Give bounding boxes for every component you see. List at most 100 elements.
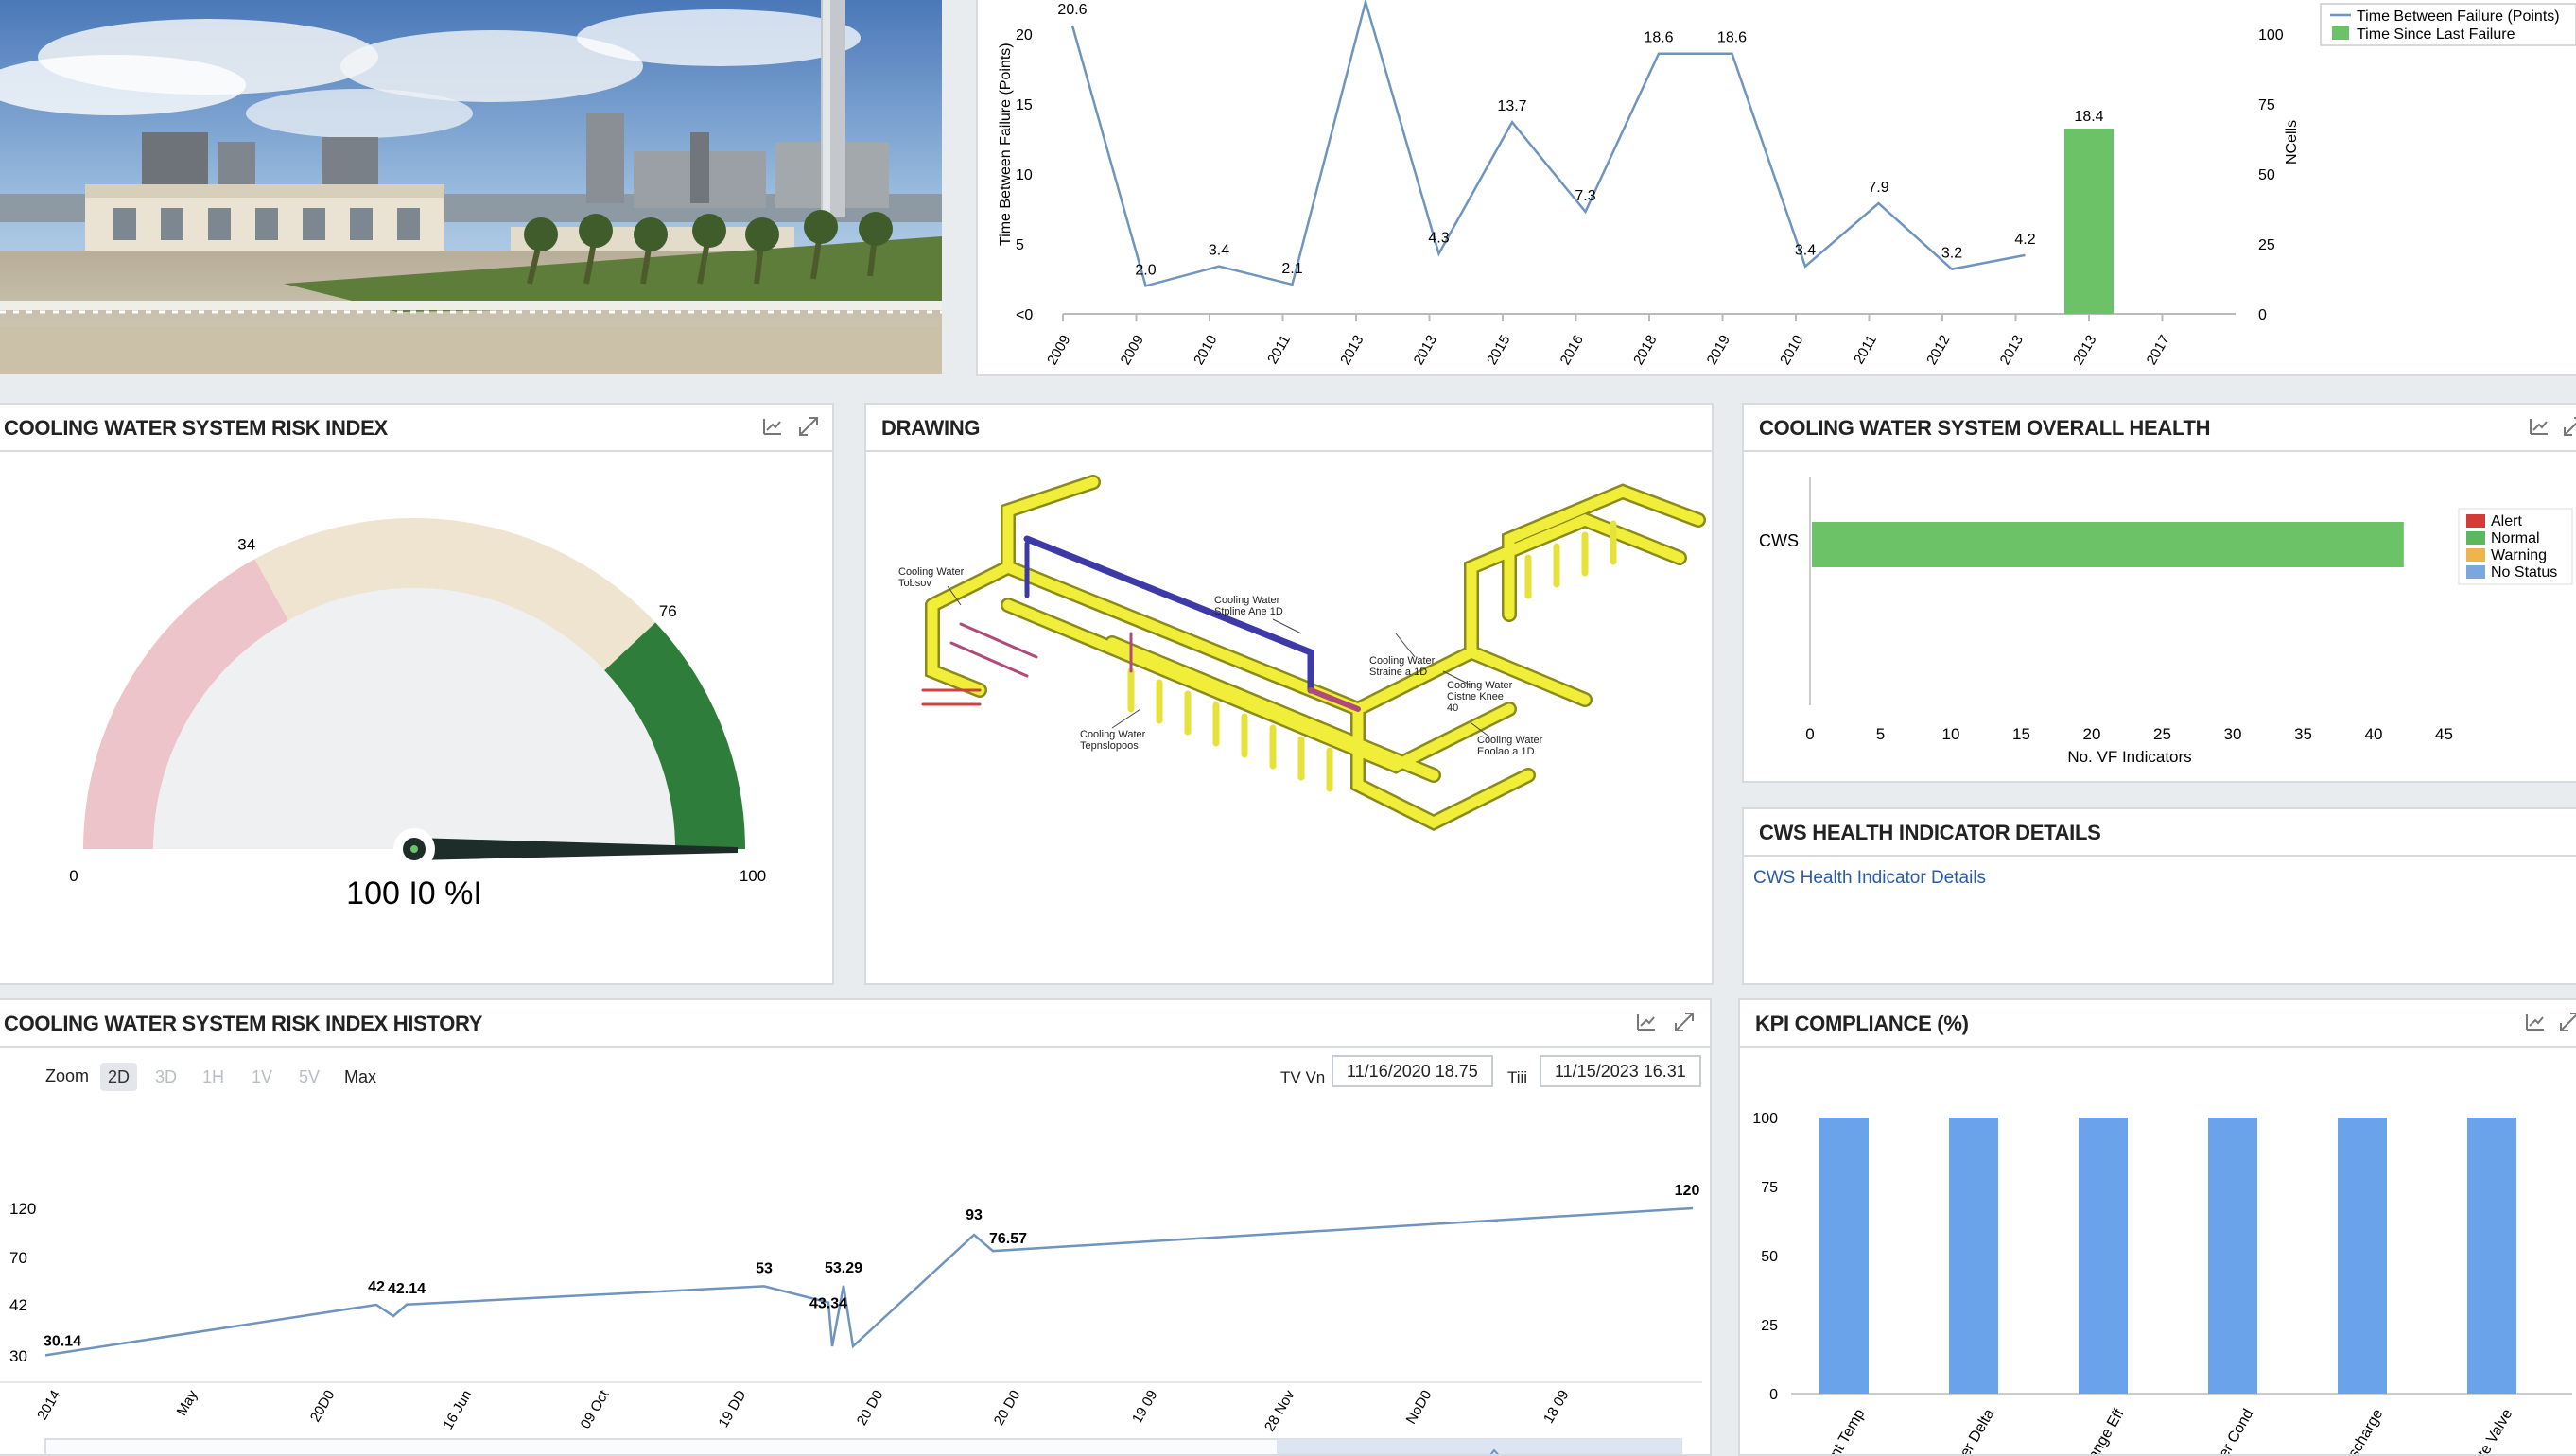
y-tick-label: 75	[1761, 1180, 1778, 1196]
x-tick-label: 2016	[1558, 333, 1587, 368]
point-value-label: 93	[966, 1207, 983, 1223]
x-tick-label: 45	[2435, 725, 2453, 743]
x-tick-label: May	[174, 1387, 201, 1418]
point-value-label: 18.6	[1644, 30, 1673, 46]
failure-chart-panel: 2015105<01007550250Time Between Failure …	[976, 0, 2576, 376]
y-tick-label: 100	[1752, 1111, 1778, 1127]
failure-bar	[2064, 129, 2114, 314]
x-tick-label: 2013	[2070, 333, 2099, 368]
point-value-label: 2.1	[1281, 261, 1302, 277]
x-tick-label: 2010	[1777, 333, 1806, 368]
zoom-1h-button[interactable]: 1H	[195, 1063, 232, 1091]
x-tick-label: 20	[2083, 725, 2101, 743]
cws-details-link[interactable]: CWS Health Indicator Details	[1753, 868, 1986, 889]
expand-icon[interactable]	[1672, 1010, 1697, 1034]
point-value-label: 3.2	[1941, 246, 1962, 262]
zoom-3d-button[interactable]: 3D	[148, 1063, 184, 1091]
kpi-bar	[1819, 1118, 1869, 1394]
zoom-1v-button[interactable]: 1V	[244, 1063, 280, 1091]
trend-icon[interactable]	[1634, 1010, 1659, 1034]
point-value-label: 20.6	[1057, 2, 1087, 18]
x-tick-label: Exchange Eff	[2068, 1406, 2127, 1456]
risk-history-panel: COOLING WATER SYSTEM RISK INDEX HISTORY …	[0, 998, 1712, 1456]
y-tick-label: 15	[1016, 97, 1033, 113]
zoom-5v-button[interactable]: 5V	[291, 1063, 327, 1091]
x-tick-label: 25	[2153, 725, 2171, 743]
kpi-bar	[2208, 1118, 2257, 1394]
point-value-label: 7.3	[1575, 188, 1595, 204]
category-label: CWS	[1759, 531, 1799, 550]
y-tick-label: 10	[1016, 167, 1033, 183]
y-tick-label: <0	[1016, 307, 1033, 323]
gauge-scale-label: 100	[740, 867, 766, 885]
expand-icon[interactable]	[796, 414, 821, 439]
x-tick-label: 2019	[1704, 333, 1733, 368]
kpi-chart: 1007550250Effluent TempStrainer DeltaExc…	[1740, 1049, 2576, 1456]
legend-item: Normal	[2491, 530, 2540, 546]
expand-icon[interactable]	[2557, 1010, 2576, 1034]
trend-icon[interactable]	[760, 414, 785, 439]
y-tick-label: 70	[9, 1249, 27, 1267]
plant-photo-panel	[0, 0, 942, 374]
x-tick-label: 2017	[2144, 333, 2173, 368]
point-value-label: 3.4	[1795, 243, 1816, 259]
y-right-tick-label: 100	[2258, 27, 2284, 43]
kpi-bar	[1949, 1118, 1998, 1394]
risk-history-title: COOLING WATER SYSTEM RISK INDEX HISTORY	[4, 1012, 482, 1036]
y-tick-label: 30	[9, 1347, 27, 1365]
kpi-bar	[2338, 1118, 2387, 1394]
failure-chart: 2015105<01007550250Time Between Failure …	[978, 0, 2576, 376]
zoom-label: Zoom	[45, 1066, 89, 1086]
cws-details-header: CWS HEALTH INDICATOR DETAILS	[1744, 809, 2576, 857]
x-tick-label: 2013	[1997, 333, 2027, 368]
x-tick-label: 10	[1942, 725, 1960, 743]
x-tick-label: 19 09	[1129, 1388, 1160, 1427]
x-tick-label: 2009	[1118, 333, 1147, 368]
kpi-header: KPI COMPLIANCE (%)	[1740, 1000, 2576, 1048]
legend-swatch	[2466, 514, 2485, 528]
y-tick-label: 5	[1016, 237, 1024, 253]
x-tick-label: Effluent Temp	[1808, 1406, 1868, 1456]
risk-index-title: COOLING WATER SYSTEM RISK INDEX	[4, 416, 388, 441]
legend-item: Warning	[2491, 547, 2547, 563]
zoom-2d-button[interactable]: 2D	[100, 1063, 137, 1091]
x-tick-label: 09 Oct	[578, 1387, 613, 1431]
x-tick-label: 35	[2294, 725, 2312, 743]
expand-icon[interactable]	[2561, 414, 2576, 439]
gauge-readout: 100 I0 %I	[346, 875, 482, 911]
trend-icon[interactable]	[2527, 414, 2551, 439]
x-tick-label: 16 Jun	[440, 1388, 475, 1433]
x-tick-label: 2010	[1191, 333, 1220, 368]
from-date-input[interactable]: 11/16/2020 18.75	[1332, 1055, 1493, 1087]
legend-swatch	[2466, 531, 2485, 545]
overall-health-chart: CWS051015202530354045No. VF IndicatorsAl…	[1744, 454, 2576, 783]
x-tick-label: 2011	[1851, 333, 1880, 367]
y-tick-label: 120	[9, 1200, 36, 1218]
drawing-title: DRAWING	[881, 416, 980, 441]
y-right-tick-label: 25	[2258, 237, 2275, 253]
health-bar	[1812, 522, 2404, 567]
x-tick-label: 2014	[34, 1388, 63, 1423]
point-value-label: 43.34	[809, 1296, 847, 1312]
overall-health-title: COOLING WATER SYSTEM OVERALL HEALTH	[1759, 416, 2210, 441]
gauge-scale-label: 0	[69, 867, 78, 885]
gauge-hub-dot	[410, 845, 418, 853]
zoom-max-button[interactable]: Max	[337, 1063, 384, 1091]
x-tick-label: NoD0	[1403, 1388, 1436, 1428]
point-value-label: 42.14	[388, 1281, 426, 1297]
drawing-panel: DRAWING	[864, 403, 1714, 985]
point-value-label: 76.57	[989, 1231, 1027, 1247]
cws-details-panel: CWS HEALTH INDICATOR DETAILS CWS Health …	[1742, 807, 2576, 985]
point-value-label: 18.6	[1717, 30, 1747, 46]
x-tick-label: 2012	[1923, 333, 1953, 368]
y-tick-label: 25	[1761, 1318, 1778, 1334]
y-right-axis-label: NCells	[2284, 120, 2300, 165]
y-tick-label: 20	[1016, 27, 1033, 43]
point-value-label: 2.0	[1135, 262, 1156, 278]
point-value-label: 30.14	[44, 1333, 81, 1349]
cws-details-title: CWS HEALTH INDICATOR DETAILS	[1759, 821, 2101, 845]
trend-icon[interactable]	[2523, 1010, 2548, 1034]
to-date-input[interactable]: 11/15/2023 16.31	[1540, 1055, 1701, 1087]
legend-swatch	[2466, 548, 2485, 562]
y-right-tick-label: 0	[2258, 307, 2267, 323]
